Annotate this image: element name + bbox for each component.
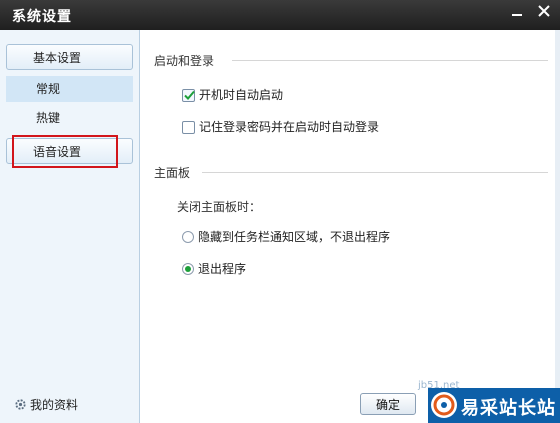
settings-window: 系统设置 基本设置 常规 热键 语音设置 我的资料 启动和登录 开机时自动启动 … — [0, 0, 560, 423]
close-panel-prompt: 关闭主面板时： — [177, 200, 262, 214]
hide-to-tray-radio[interactable]: 隐藏到任务栏通知区域，不退出程序 — [182, 228, 390, 245]
settings-panel: 启动和登录 开机时自动启动 记住登录密码并在启动时自动登录 主面板 关闭主面板时… — [140, 30, 560, 423]
auto-start-label: 开机时自动启动 — [199, 88, 284, 102]
sidebar-item-label: 常规 — [36, 82, 61, 96]
sidebar-item-basic-settings[interactable]: 基本设置 — [6, 44, 133, 70]
scrollbar-track[interactable] — [555, 30, 560, 423]
watermark-logo-icon — [431, 392, 457, 418]
gear-icon — [15, 399, 26, 410]
my-profile-link[interactable]: 我的资料 — [14, 396, 78, 413]
section-divider — [202, 172, 548, 173]
remember-password-checkbox[interactable]: 记住登录密码并在启动时自动登录 — [182, 118, 379, 135]
radio-selected-icon — [182, 263, 194, 275]
checkbox-unchecked-icon — [182, 121, 195, 134]
highlight-box — [12, 135, 118, 168]
sidebar-item-label: 热键 — [36, 111, 61, 125]
minimize-button[interactable] — [503, 0, 531, 24]
section-title-startup: 启动和登录 — [154, 54, 215, 68]
hide-to-tray-label: 隐藏到任务栏通知区域，不退出程序 — [198, 230, 391, 244]
close-icon — [538, 5, 550, 17]
auto-start-checkbox[interactable]: 开机时自动启动 — [182, 86, 283, 103]
section-divider — [232, 60, 548, 61]
sidebar-item-label: 基本设置 — [33, 51, 82, 65]
profile-label: 我的资料 — [30, 398, 79, 412]
ok-button-label: 确定 — [375, 398, 400, 412]
close-button[interactable] — [530, 0, 558, 24]
exit-program-radio[interactable]: 退出程序 — [182, 260, 246, 277]
section-title-main-panel: 主面板 — [154, 166, 191, 180]
watermark-brand: 易采站长站 — [461, 398, 556, 419]
minimize-icon — [512, 14, 522, 16]
radio-unselected-icon — [182, 231, 194, 243]
sidebar-item-hotkeys[interactable]: 热键 — [6, 105, 133, 131]
ok-button[interactable]: 确定 — [360, 393, 416, 415]
title-bar[interactable]: 系统设置 — [0, 0, 560, 30]
remember-password-label: 记住登录密码并在启动时自动登录 — [199, 120, 380, 134]
exit-program-label: 退出程序 — [198, 262, 247, 276]
sidebar: 基本设置 常规 热键 语音设置 — [0, 30, 140, 423]
watermark: 易采站长站 — [428, 388, 560, 423]
checkbox-checked-icon — [182, 89, 195, 102]
window-title: 系统设置 — [12, 9, 72, 25]
sidebar-item-general[interactable]: 常规 — [6, 76, 133, 102]
